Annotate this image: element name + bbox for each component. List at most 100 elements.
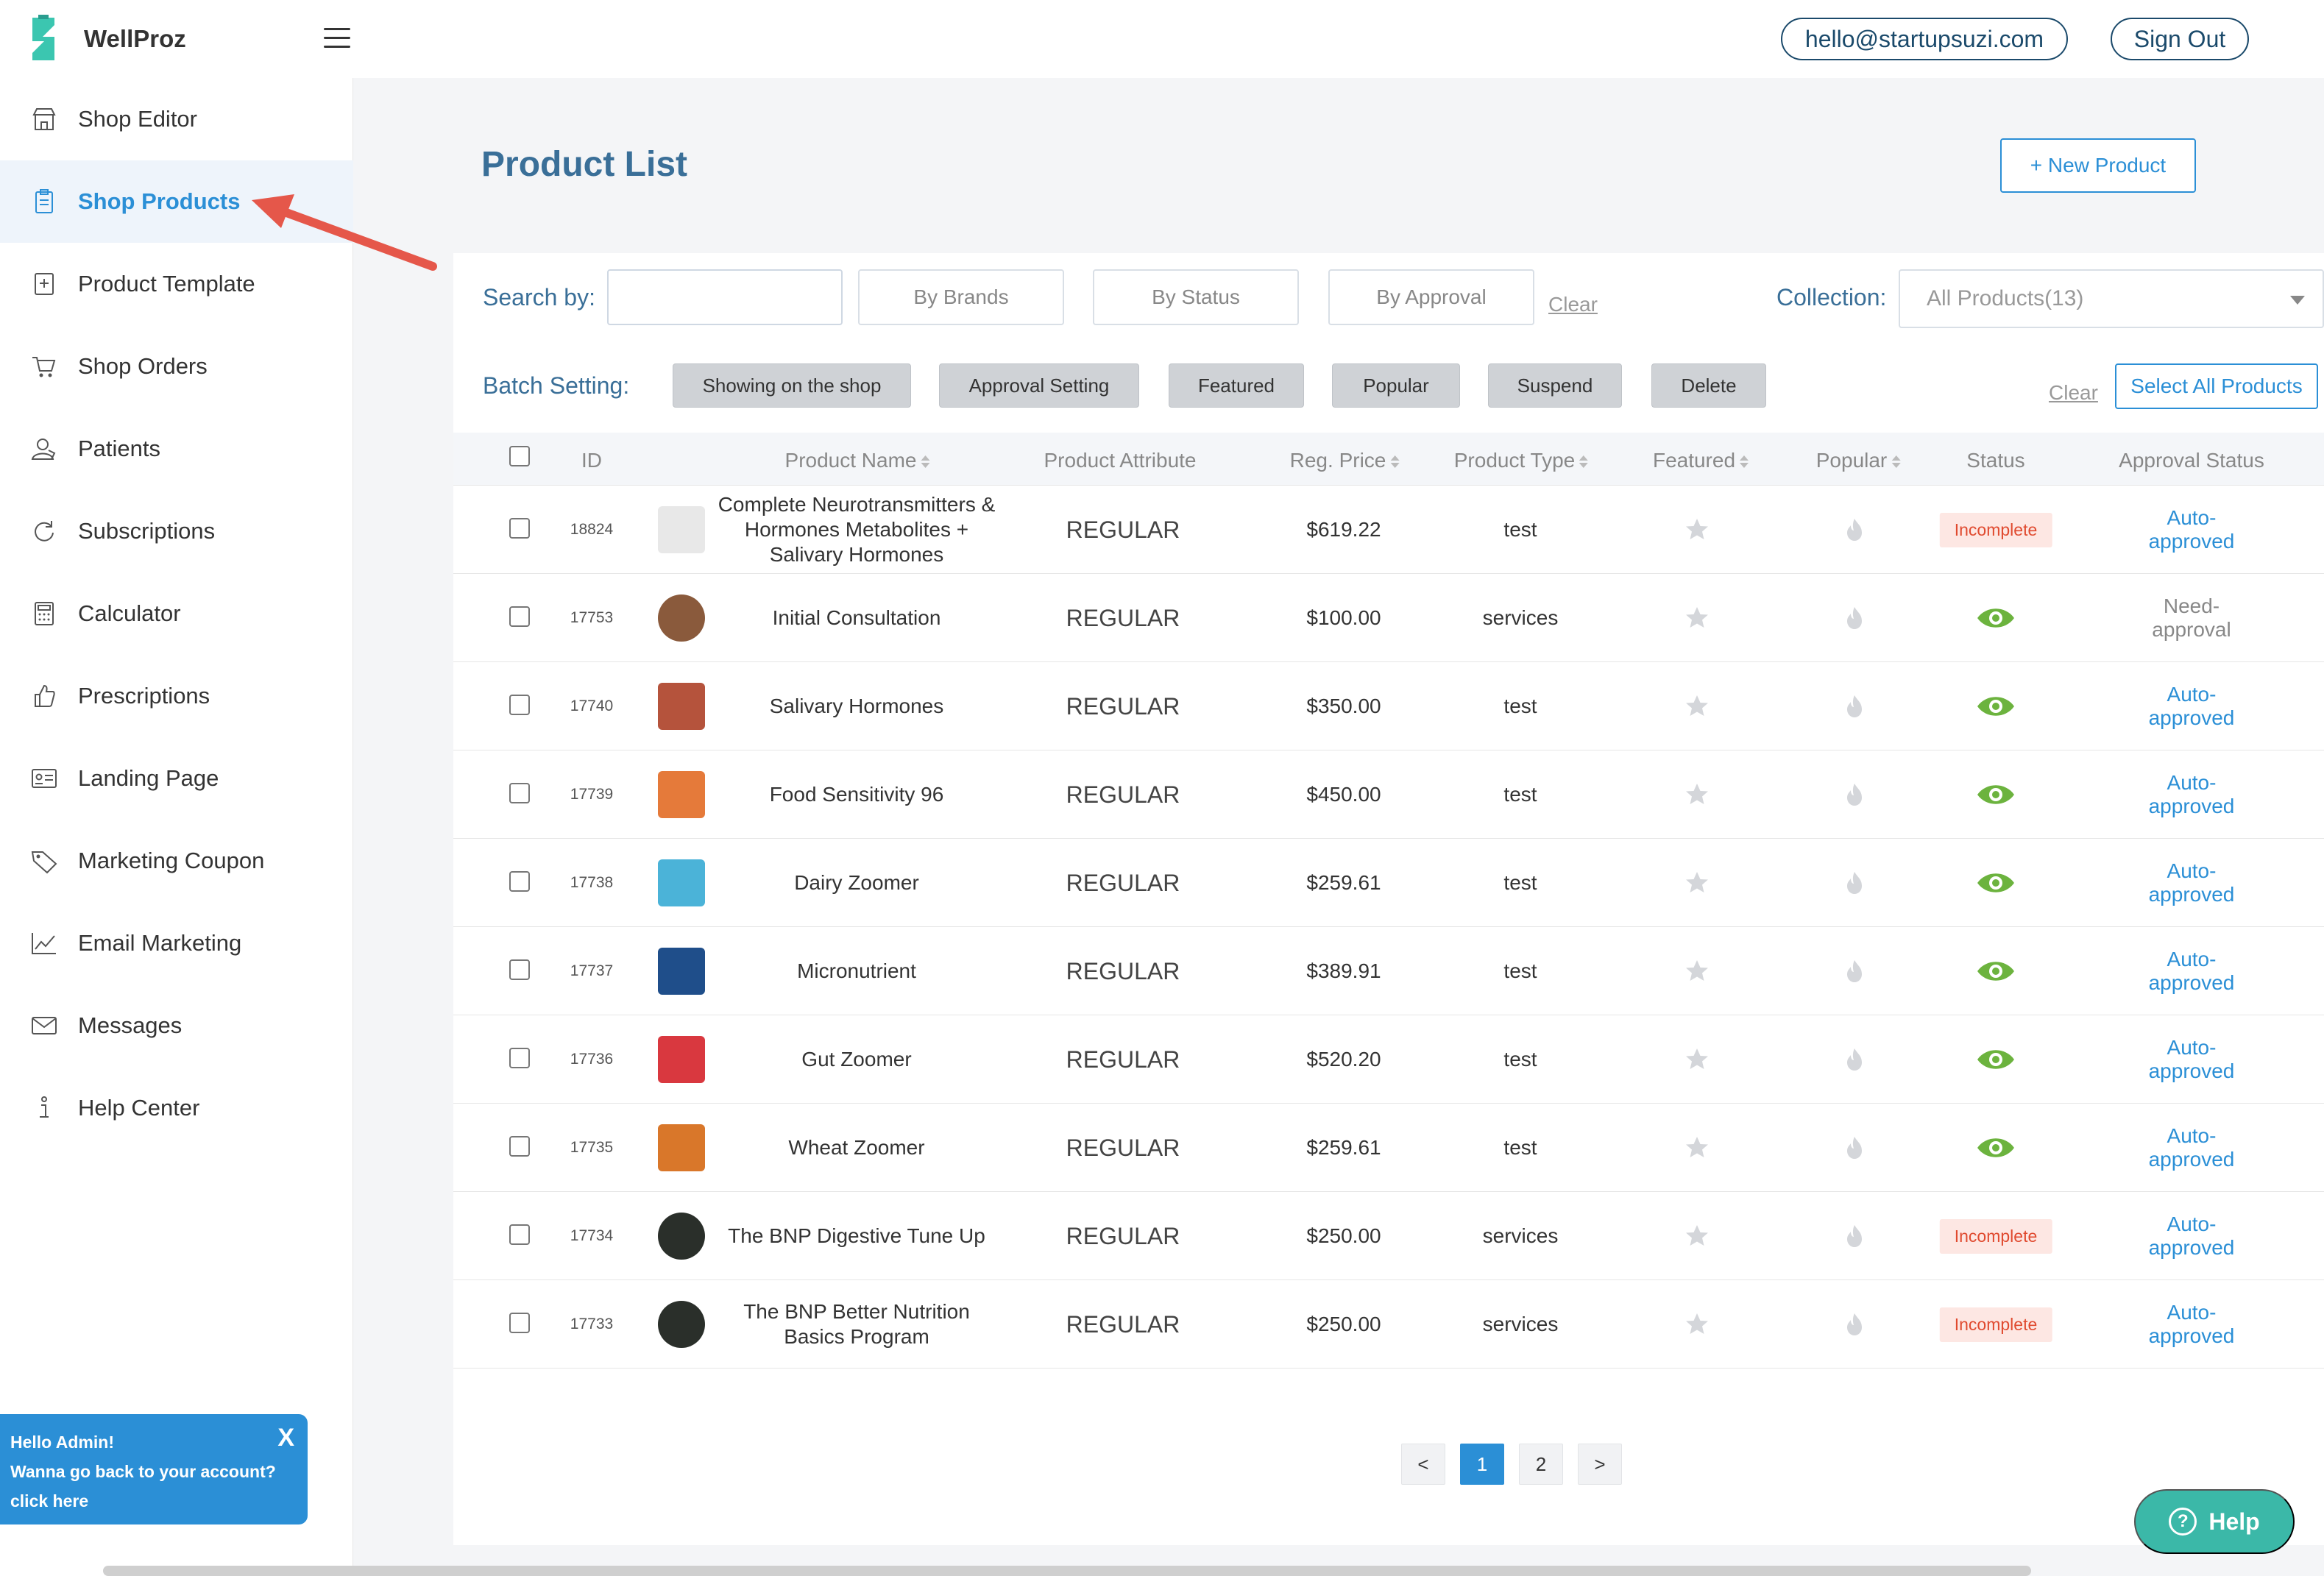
sidebar-item-email-marketing[interactable]: Email Marketing xyxy=(0,902,353,984)
help-button[interactable]: ? Help xyxy=(2134,1489,2295,1554)
table-row[interactable]: 17739 Food Sensitivity 96 REGULAR $450.00 te… xyxy=(453,750,2324,839)
row-checkbox[interactable] xyxy=(509,1224,530,1245)
sidebar-item-shop-orders[interactable]: Shop Orders xyxy=(0,325,353,408)
product-thumbnail[interactable] xyxy=(658,1213,705,1260)
approval-status[interactable]: Auto-approved xyxy=(2125,1104,2258,1192)
popular-toggle[interactable] xyxy=(1841,1104,1868,1192)
row-checkbox[interactable] xyxy=(509,695,530,715)
eye-icon[interactable] xyxy=(1976,1135,2016,1160)
star-icon[interactable] xyxy=(1684,1135,1710,1161)
featured-toggle[interactable] xyxy=(1684,1192,1710,1280)
sidebar-item-marketing-coupon[interactable]: Marketing Coupon xyxy=(0,820,353,902)
fire-icon[interactable] xyxy=(1841,1223,1868,1249)
fire-icon[interactable] xyxy=(1841,693,1868,720)
star-icon[interactable] xyxy=(1684,517,1710,543)
featured-toggle[interactable] xyxy=(1684,839,1710,927)
sidebar-item-messages[interactable]: Messages xyxy=(0,984,353,1067)
popular-toggle[interactable] xyxy=(1841,574,1868,662)
select-all-checkbox[interactable] xyxy=(509,446,530,466)
popular-toggle[interactable] xyxy=(1841,927,1868,1015)
eye-icon[interactable] xyxy=(1976,782,2016,807)
featured-toggle[interactable] xyxy=(1684,1104,1710,1192)
eye-icon[interactable] xyxy=(1976,606,2016,631)
collection-select[interactable]: All Products(13) xyxy=(1899,269,2324,328)
table-row[interactable]: 17735 Wheat Zoomer REGULAR $259.61 test Auto-… xyxy=(453,1104,2324,1192)
column-popular[interactable]: Popular xyxy=(1816,449,1901,472)
sidebar-item-help-center[interactable]: Help Center xyxy=(0,1067,353,1149)
product-name[interactable]: Micronutrient xyxy=(717,927,996,1015)
approval-status[interactable]: Auto-approved xyxy=(2125,662,2258,750)
sidebar-item-patients[interactable]: Patients xyxy=(0,408,353,490)
product-thumbnail[interactable] xyxy=(658,948,705,995)
popular-toggle[interactable] xyxy=(1841,750,1868,839)
star-icon[interactable] xyxy=(1684,693,1710,720)
product-thumbnail[interactable] xyxy=(658,1301,705,1348)
product-name[interactable]: Dairy Zoomer xyxy=(717,839,996,927)
approval-status[interactable]: Auto-approved xyxy=(2125,486,2258,574)
fire-icon[interactable] xyxy=(1841,517,1868,543)
admin-notice[interactable]: Hello Admin! Wanna go back to your accou… xyxy=(0,1414,308,1524)
featured-toggle[interactable] xyxy=(1684,486,1710,574)
approval-status[interactable]: Auto-approved xyxy=(2125,1015,2258,1104)
new-product-button[interactable]: + New Product xyxy=(2000,138,2196,193)
batch-delete-button[interactable]: Delete xyxy=(1651,363,1766,408)
horizontal-scrollbar[interactable] xyxy=(103,1566,2031,1576)
popular-toggle[interactable] xyxy=(1841,486,1868,574)
row-checkbox[interactable] xyxy=(509,606,530,627)
product-name[interactable]: Initial Consultation xyxy=(717,574,996,662)
product-name[interactable]: Food Sensitivity 96 xyxy=(717,750,996,839)
eye-icon[interactable] xyxy=(1976,1047,2016,1072)
row-checkbox[interactable] xyxy=(509,783,530,803)
admin-notice-link[interactable]: click here xyxy=(10,1486,297,1516)
search-input[interactable] xyxy=(607,269,843,325)
approval-status[interactable]: Auto-approved xyxy=(2125,1280,2258,1369)
row-checkbox[interactable] xyxy=(509,1313,530,1333)
product-name[interactable]: Gut Zoomer xyxy=(717,1015,996,1104)
column-featured[interactable]: Featured xyxy=(1653,449,1749,472)
fire-icon[interactable] xyxy=(1841,870,1868,896)
product-thumbnail[interactable] xyxy=(658,1124,705,1171)
filter-by-brands-button[interactable]: By Brands xyxy=(858,269,1064,325)
wellproz-logo-icon[interactable] xyxy=(25,15,62,63)
column-product-type[interactable]: Product Type xyxy=(1454,449,1589,472)
product-thumbnail[interactable] xyxy=(658,683,705,730)
row-checkbox[interactable] xyxy=(509,1136,530,1157)
product-thumbnail[interactable] xyxy=(658,859,705,906)
fire-icon[interactable] xyxy=(1841,1311,1868,1338)
product-thumbnail[interactable] xyxy=(658,594,705,642)
row-checkbox[interactable] xyxy=(509,871,530,892)
table-row[interactable]: 17737 Micronutrient REGULAR $389.91 test Auto… xyxy=(453,927,2324,1015)
star-icon[interactable] xyxy=(1684,870,1710,896)
star-icon[interactable] xyxy=(1684,958,1710,984)
row-checkbox[interactable] xyxy=(509,959,530,980)
popular-toggle[interactable] xyxy=(1841,1015,1868,1104)
batch-approval-button[interactable]: Approval Setting xyxy=(939,363,1139,408)
column-reg-price[interactable]: Reg. Price xyxy=(1290,449,1400,472)
fire-icon[interactable] xyxy=(1841,781,1868,808)
eye-icon[interactable] xyxy=(1976,694,2016,719)
table-row[interactable]: 18824 Complete Neurotransmitters & Hormon… xyxy=(453,486,2324,574)
batch-featured-button[interactable]: Featured xyxy=(1169,363,1304,408)
fire-icon[interactable] xyxy=(1841,1046,1868,1073)
table-row[interactable]: 17753 Initial Consultation REGULAR $100.00 s… xyxy=(453,574,2324,662)
featured-toggle[interactable] xyxy=(1684,662,1710,750)
pagination-page-2[interactable]: 2 xyxy=(1519,1444,1563,1485)
table-row[interactable]: 17738 Dairy Zoomer REGULAR $259.61 test Auto-… xyxy=(453,839,2324,927)
star-icon[interactable] xyxy=(1684,1311,1710,1338)
featured-toggle[interactable] xyxy=(1684,574,1710,662)
row-checkbox[interactable] xyxy=(509,1048,530,1068)
table-row[interactable]: 17734 The BNP Digestive Tune Up REGULAR $25… xyxy=(453,1192,2324,1280)
approval-status[interactable]: Auto-approved xyxy=(2125,927,2258,1015)
product-thumbnail[interactable] xyxy=(658,1036,705,1083)
fire-icon[interactable] xyxy=(1841,1135,1868,1161)
popular-toggle[interactable] xyxy=(1841,1280,1868,1369)
featured-toggle[interactable] xyxy=(1684,1015,1710,1104)
popular-toggle[interactable] xyxy=(1841,662,1868,750)
star-icon[interactable] xyxy=(1684,781,1710,808)
fire-icon[interactable] xyxy=(1841,958,1868,984)
table-row[interactable]: 17733 The BNP Better Nutrition Basics Pro… xyxy=(453,1280,2324,1369)
column-product-name[interactable]: Product Name xyxy=(785,449,930,472)
featured-toggle[interactable] xyxy=(1684,750,1710,839)
fire-icon[interactable] xyxy=(1841,605,1868,631)
menu-toggle-icon[interactable] xyxy=(324,28,350,49)
